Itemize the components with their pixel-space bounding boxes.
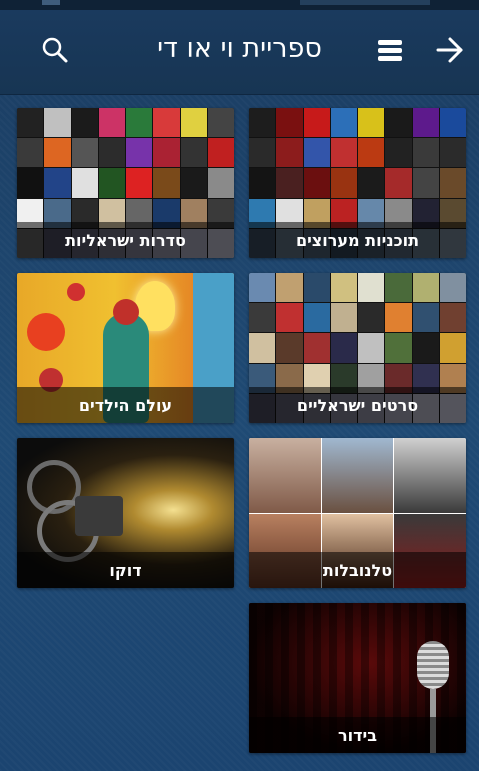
app-screen: ספריית וי או די תוכניות מערוצים סדרות יש… — [0, 0, 479, 771]
category-tile-channels[interactable]: תוכניות מערוצים — [249, 108, 466, 258]
category-label: בידור — [249, 717, 466, 753]
category-tile-kids-world[interactable]: עולם הילדים — [17, 273, 234, 423]
category-tile-telenovelas[interactable]: טלנובלות — [249, 438, 466, 588]
category-label: דוקו — [17, 552, 234, 588]
category-label: סדרות ישראליות — [17, 222, 234, 258]
category-tile-docu[interactable]: דוקו — [17, 438, 234, 588]
category-tile-israeli-movies[interactable]: סרטים ישראליים — [249, 273, 466, 423]
category-label: סרטים ישראליים — [249, 387, 466, 423]
category-label: טלנובלות — [249, 552, 466, 588]
category-label: תוכניות מערוצים — [249, 222, 466, 258]
category-tile-entertainment[interactable]: בידור — [249, 603, 466, 753]
category-tile-israeli-series[interactable]: סדרות ישראליות — [17, 108, 234, 258]
category-grid: תוכניות מערוצים סדרות ישראליות סרטים ישר… — [0, 0, 479, 771]
category-label: עולם הילדים — [17, 387, 234, 423]
